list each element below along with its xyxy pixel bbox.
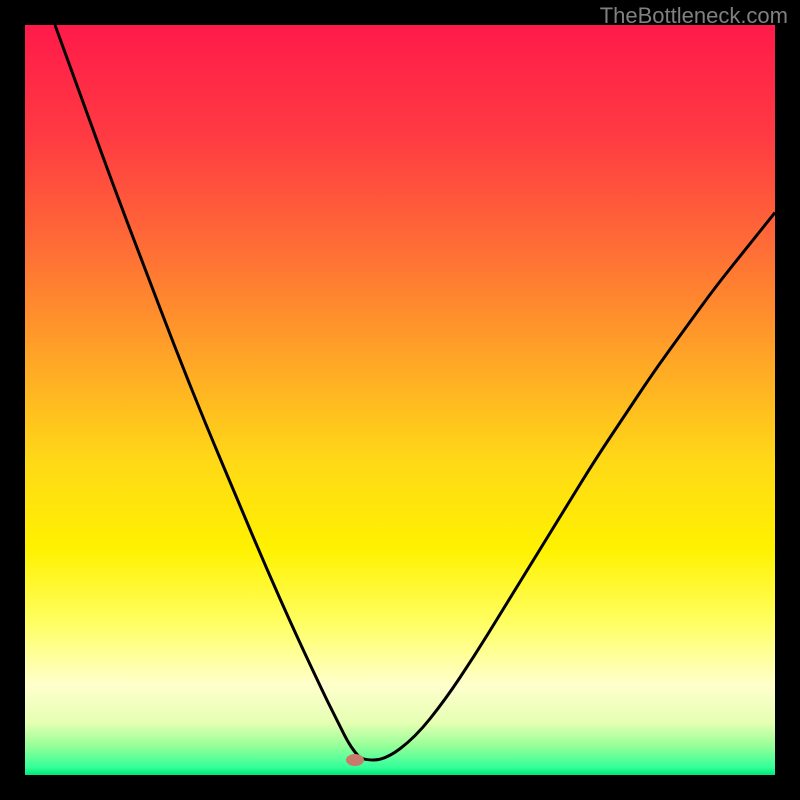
chart-svg [25,25,775,775]
watermark-text: TheBottleneck.com [600,3,788,29]
chart-container: TheBottleneck.com [0,0,800,800]
optimal-marker [346,754,364,766]
gradient-background [25,25,775,775]
plot-area [25,25,775,775]
